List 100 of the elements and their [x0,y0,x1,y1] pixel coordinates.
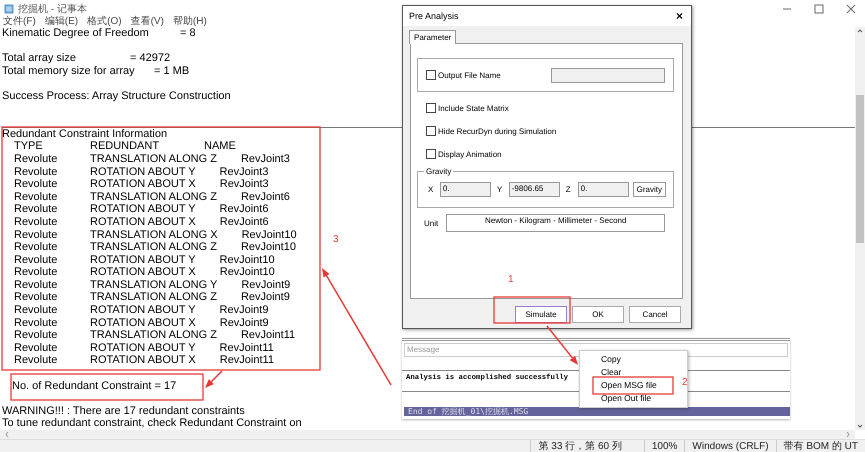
dialog-title: Pre Analysis [409,11,459,21]
table-cell: RevJoint11 [220,342,274,354]
table-cell: TRANSLATION ALONG Y [90,278,218,292]
table-cell: RevJoint10 [240,241,296,254]
table-cell: TRANSLATION ALONG Z [90,152,217,166]
close-button[interactable]: × [676,9,683,23]
field-label: Y [496,185,503,194]
status-item: 100% [644,440,684,452]
table-cell: ROTATION ABOUT X [90,178,196,191]
table-cell: RevJoint6 [240,190,290,204]
table-cell: ROTATION ABOUT X [90,354,196,368]
dialog-button[interactable]: Simulate [515,306,567,323]
table-cell: RevJoint11 [240,329,296,342]
log-line: To tune redundant constraint, check Redundant Constraint on [2,417,302,430]
message-footer: End of 挖掘机_01\挖掘机.MSG [404,407,790,416]
table-cell: RevJoint6 [220,216,269,228]
menu-item[interactable]: 查看(V) [130,17,164,27]
window-title: 挖掘机 - 记事本 [18,2,87,16]
table-cell-text: Revolute [13,354,58,368]
menu-item[interactable]: Open MSG file [601,379,657,391]
status-item: 带有 BOM 的 UT [776,440,865,452]
input-field[interactable]: 0. [578,182,629,197]
table-cell: RevJoint3 [240,152,290,166]
input-field[interactable]: -9806.65 [508,182,560,197]
table-cell-text: Revolute [13,278,58,292]
checkbox[interactable] [426,103,436,113]
table-cell: ROTATION ABOUT X [90,216,196,228]
table-cell: RevJoint10 [220,254,275,266]
count-line: No. of Redundant Constraint = 17 [11,380,176,392]
checkbox-label: Include State Matrix [438,104,509,112]
table-cell: ROTATION ABOUT X [90,316,196,330]
table-cell: RevJoint11 [220,354,274,368]
table-cell: RevJoint10 [220,266,275,279]
table-cell: ROTATION ABOUT Y [90,304,196,317]
table-cell-text: Revolute [13,316,58,330]
log-line: WARNING!!! : There are 17 redundant constraints [2,404,245,418]
table-cell-text: Revolute [13,329,58,342]
log-value: = 42972 [130,52,170,65]
vertical-scrollbar[interactable] [855,27,865,430]
checkbox[interactable] [426,126,436,136]
checkbox-label: Hide RecurDyn during Simulation [438,126,556,136]
column-header: NAME [204,140,236,153]
log-value: = 1 MB [154,64,190,78]
checkbox[interactable] [426,70,436,80]
log-value: = 8 [180,27,196,40]
table-cell-text: Revolute [13,216,58,228]
table-cell-text: Revolute [13,178,58,191]
table-cell-text: Revolute [13,254,58,266]
input-field[interactable]: 0. [440,182,491,197]
file-name-field[interactable] [551,68,665,82]
menu-item[interactable]: Clear [601,366,622,378]
tab[interactable]: Parameter [409,30,456,44]
table-cell: RevJoint9 [220,304,268,317]
field-label: Unit [424,218,438,228]
table-cell: ROTATION ABOUT Y [90,254,196,266]
scroll-up-icon[interactable] [856,27,864,35]
log-label: Total array size [2,52,77,65]
gravity-button[interactable]: Gravity [632,182,666,197]
checkbox-label: Output File Name [438,70,501,80]
annotation-number: 1 [508,274,514,285]
table-cell-text: Revolute [13,304,58,317]
table-cell-text: Revolute [13,190,58,204]
table-cell: TRANSLATION ALONG X [90,228,218,242]
table-cell: RevJoint9 [240,291,290,304]
column-header: REDUNDANT [90,140,160,153]
table-cell: RevJoint9 [220,316,269,330]
table-cell-text: Revolute [13,228,58,242]
table-cell: RevJoint10 [242,228,297,242]
log-label: Kinematic Degree of Freedom [2,27,150,40]
table-cell: RevJoint3 [220,166,268,178]
table-cell-text: Revolute [13,266,58,279]
dialog-button[interactable]: OK [572,306,624,323]
table-cell: ROTATION ABOUT X [90,266,196,279]
table-cell-text: Revolute [13,291,58,304]
group-title: Gravity [424,167,454,176]
table-cell-text: Revolute [13,166,58,178]
menu-item[interactable]: 格式(O) [87,17,122,27]
unit-field[interactable]: Newton - Kilogram - Millimeter - Second [446,214,666,232]
checkbox[interactable] [426,149,436,159]
annotation-arrow [546,326,578,365]
column-header: TYPE [13,140,44,153]
table-cell: RevJoint3 [220,178,269,191]
menu-item[interactable]: 编辑(E) [44,17,78,27]
table-cell: TRANSLATION ALONG Z [90,241,217,254]
table-cell-text: Revolute [13,203,58,216]
scroll-down-icon[interactable] [856,422,864,430]
menu-item[interactable]: 帮助(H) [172,17,207,27]
log-line: Success Process: Array Structure Construction [2,90,231,103]
field-label: Z [566,185,572,194]
checkbox-label: Display Animation [438,150,502,158]
dialog-button[interactable]: Cancel [629,306,681,323]
menu-item[interactable]: 文件(F) [3,17,36,27]
table-cell: ROTATION ABOUT Y [90,203,196,216]
table-cell: ROTATION ABOUT Y [90,166,196,178]
table-cell-text: Revolute [13,241,58,254]
table-cell-text: Revolute [13,342,58,354]
annotation-arrow [205,370,223,388]
menu-item[interactable]: Open Out file [601,392,652,404]
table-cell: RevJoint6 [220,203,268,216]
field-label: X [428,185,434,194]
